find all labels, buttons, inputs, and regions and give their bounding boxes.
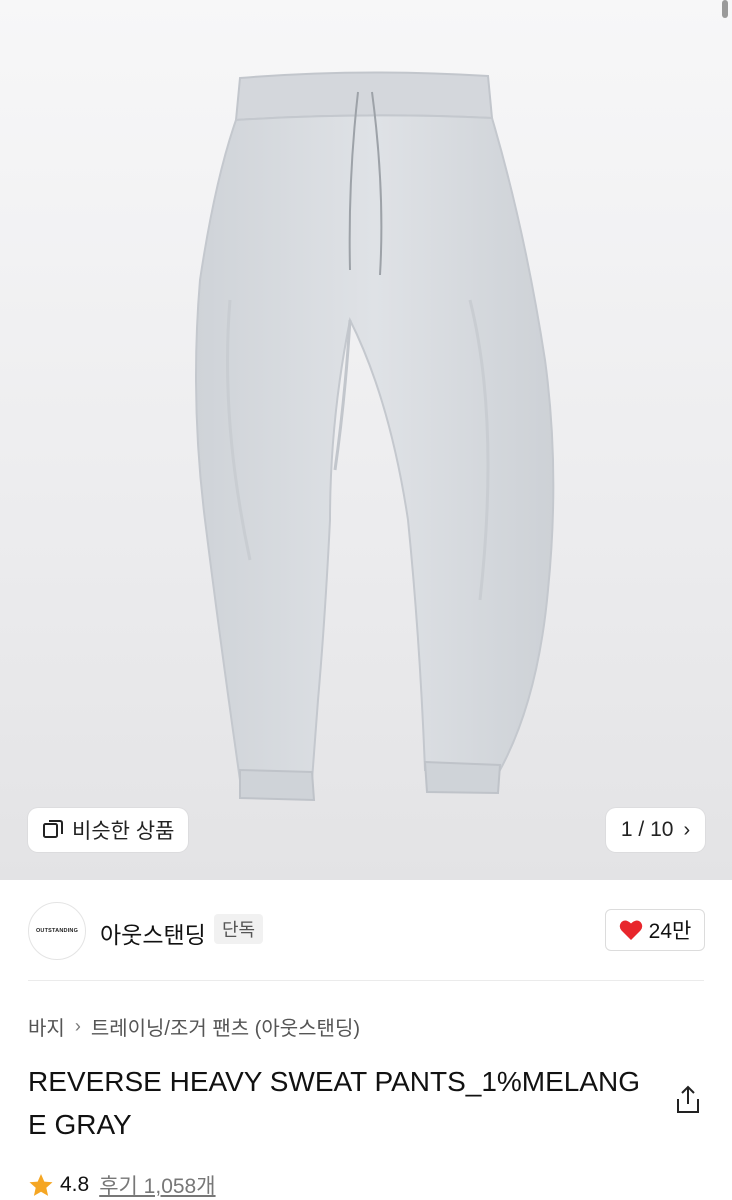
- product-image-carousel[interactable]: 비슷한 상품 1 / 10 ›: [0, 0, 732, 880]
- breadcrumb-item-category[interactable]: 바지: [28, 1012, 65, 1041]
- product-image: [195, 71, 555, 802]
- breadcrumb: 바지 › 트레이닝/조거 팬츠 (아웃스탠딩): [28, 1012, 360, 1041]
- brand-logo[interactable]: OUTSTANDING: [28, 902, 86, 960]
- pager-separator: /: [632, 818, 651, 841]
- brand-name[interactable]: 아웃스탠딩: [100, 916, 206, 950]
- divider: [28, 980, 704, 981]
- chevron-right-icon: ›: [683, 818, 691, 841]
- pager-total: 10: [650, 818, 674, 841]
- like-count: 24만: [648, 920, 692, 943]
- brand-row: OUTSTANDING 아웃스탠딩 단독 24만: [0, 900, 732, 962]
- heart-icon: [619, 920, 642, 940]
- rating-score: 4.8: [60, 1173, 90, 1196]
- similar-items-button[interactable]: 비슷한 상품: [28, 808, 188, 852]
- share-icon[interactable]: [674, 1085, 702, 1115]
- similar-items-label: 비슷한 상품: [72, 820, 175, 843]
- scrollbar-thumb[interactable]: [722, 0, 728, 18]
- breadcrumb-item-subcategory[interactable]: 트레이닝/조거 팬츠 (아웃스탠딩): [91, 1012, 360, 1041]
- exclusive-badge: 단독: [214, 914, 264, 944]
- like-button[interactable]: 24만: [605, 909, 705, 951]
- similar-items-icon: [43, 820, 63, 838]
- rating-row: 4.8 후기 1,058개: [28, 1170, 216, 1200]
- review-count-link[interactable]: 후기 1,058개: [99, 1170, 215, 1200]
- star-icon: [29, 1173, 53, 1196]
- chevron-right-icon: ›: [74, 1016, 81, 1036]
- pager-current: 1: [620, 818, 633, 841]
- product-title: REVERSE HEAVY SWEAT PANTS_1%MELANGE GRAY: [28, 1066, 641, 1140]
- image-pager[interactable]: 1 / 10 ›: [606, 808, 705, 852]
